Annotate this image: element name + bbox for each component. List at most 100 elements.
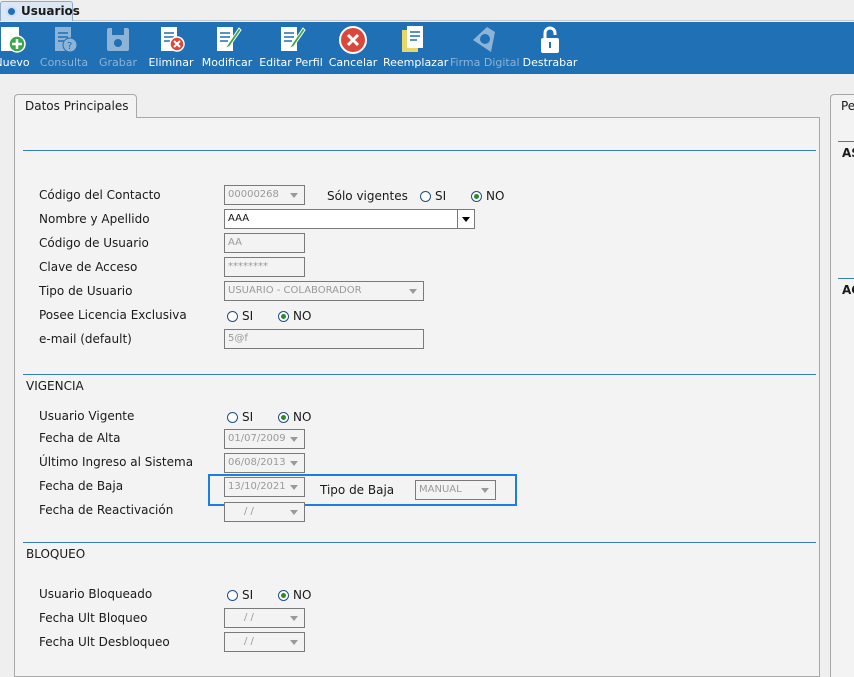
new-button-label: Nuevo <box>0 56 30 69</box>
chevron-down-icon <box>290 640 298 645</box>
edit-profile-button[interactable]: Editar Perfil <box>258 22 324 74</box>
new-icon <box>1 27 26 53</box>
digital-signature-button[interactable]: Firma Digital <box>450 22 520 74</box>
chevron-down-icon <box>290 616 298 621</box>
edit-profile-button-label: Editar Perfil <box>259 56 323 69</box>
codigo-contacto-value: 00000268 <box>228 189 279 200</box>
ultimo-ingreso-value: 06/08/2013 <box>228 457 286 468</box>
chevron-down-icon <box>290 437 298 442</box>
delete-button-label: Eliminar <box>148 56 194 69</box>
fecha-alta-label: Fecha de Alta <box>39 431 121 445</box>
usuario-bloqueado-no-radio[interactable]: NO <box>278 588 318 604</box>
chevron-down-icon <box>290 193 298 198</box>
codigo-contacto-dropdown[interactable]: 00000268 <box>224 185 305 205</box>
query-button-label: Consulta <box>39 56 89 69</box>
radio-label: NO <box>293 410 312 424</box>
tipo-usuario-dropdown[interactable]: USUARIO - COLABORADOR <box>224 281 424 301</box>
svg-text:?: ? <box>67 41 72 52</box>
tipo-usuario-value: USUARIO - COLABORADOR <box>228 285 362 296</box>
section-divider <box>838 278 854 279</box>
unlock-button[interactable]: Destrabar <box>522 22 578 74</box>
save-button-label: Grabar <box>98 56 138 69</box>
radio-selected-icon <box>278 412 289 423</box>
licencia-si-radio[interactable]: SI <box>227 309 267 325</box>
unlock-icon <box>541 26 559 53</box>
fecha-alta-date-picker[interactable]: 01/07/2009 <box>224 429 305 449</box>
window-tab-strip: Usuarios <box>0 0 854 21</box>
clave-acceso-field[interactable]: ******** <box>224 257 305 277</box>
window-tab-label: Usuarios <box>21 4 80 18</box>
fecha-ult-desbloqueo-value: / / <box>244 636 254 647</box>
fecha-ult-bloqueo-label: Fecha Ult Bloqueo <box>39 611 148 625</box>
chevron-down-icon <box>290 510 298 515</box>
fecha-ult-desbloqueo-date-picker[interactable]: / / <box>224 632 305 652</box>
replace-icon <box>402 26 423 52</box>
fecha-reactivacion-value: / / <box>244 506 254 517</box>
fecha-baja-label: Fecha de Baja <box>39 479 124 493</box>
fecha-ult-bloqueo-date-picker[interactable]: / / <box>224 608 305 628</box>
delete-button[interactable]: Eliminar <box>147 22 195 74</box>
unlock-button-label: Destrabar <box>522 56 578 69</box>
digital-signature-button-label: Firma Digital <box>450 56 520 69</box>
solo-vigentes-si-radio[interactable]: SI <box>420 189 460 205</box>
radio-label: SI <box>242 410 254 424</box>
clave-acceso-label: Clave de Acceso <box>39 260 138 274</box>
tab-datos-principales[interactable]: Datos Principales <box>14 94 137 118</box>
save-icon <box>107 28 129 51</box>
tipo-usuario-label: Tipo de Usuario <box>39 284 133 298</box>
cancel-button[interactable]: Cancelar <box>328 22 378 74</box>
edit-icon <box>217 27 242 51</box>
nombre-apellido-dropdown[interactable]: AAA <box>224 209 475 229</box>
usuario-bloqueado-si-radio[interactable]: SI <box>227 588 267 604</box>
codigo-contacto-label: Código del Contacto <box>39 188 161 202</box>
solo-vigentes-no-radio[interactable]: NO <box>471 189 511 205</box>
delete-icon <box>161 27 185 52</box>
usuario-vigente-si-radio[interactable]: SI <box>227 410 267 426</box>
ultimo-ingreso-label: Último Ingreso al Sistema <box>39 455 194 469</box>
right-panel <box>830 117 854 677</box>
radio-circle-icon <box>227 590 238 601</box>
tab-datos-principales-label: Datos Principales <box>25 99 129 113</box>
codigo-usuario-value: AA <box>228 237 242 248</box>
radio-circle-icon <box>227 412 238 423</box>
edit-button-label: Modificar <box>201 56 253 69</box>
replace-button[interactable]: Reemplazar <box>383 22 448 74</box>
fecha-ult-desbloqueo-label: Fecha Ult Desbloqueo <box>39 635 170 649</box>
edit-button[interactable]: Modificar <box>201 22 253 74</box>
right-section-1-title: AS <box>842 146 854 160</box>
ultimo-ingreso-date-picker[interactable]: 06/08/2013 <box>224 453 305 473</box>
query-icon: ? <box>55 27 78 53</box>
section-divider <box>23 542 816 543</box>
section-divider <box>23 374 816 375</box>
codigo-usuario-label: Código de Usuario <box>39 236 149 250</box>
digital-signature-icon <box>473 27 495 52</box>
new-button[interactable]: Nuevo <box>0 22 36 74</box>
tab-right-label: Pe <box>841 99 854 113</box>
window-tab-usuarios[interactable]: Usuarios <box>0 1 80 21</box>
save-button[interactable]: Grabar <box>96 22 140 74</box>
bloqueo-section-title: BLOQUEO <box>26 547 86 561</box>
fecha-reactivacion-date-picker[interactable]: / / <box>224 502 305 522</box>
cancel-button-label: Cancelar <box>328 56 378 69</box>
radio-label: NO <box>293 588 312 602</box>
app-icon <box>6 6 17 17</box>
cancel-icon <box>339 26 367 54</box>
usuario-vigente-no-radio[interactable]: NO <box>278 410 318 426</box>
chevron-down-icon <box>462 217 470 222</box>
codigo-usuario-field[interactable]: AA <box>224 233 305 253</box>
tab-right-partial[interactable]: Pe <box>830 94 854 118</box>
clave-acceso-value: ******** <box>228 261 268 272</box>
section-divider <box>23 150 816 151</box>
right-section-2-title: AC <box>842 283 854 297</box>
nombre-apellido-label: Nombre y Apellido <box>39 212 150 226</box>
licencia-no-radio[interactable]: NO <box>278 309 318 325</box>
dropdown-button[interactable] <box>457 210 474 228</box>
licencia-exclusiva-label: Posee Licencia Exclusiva <box>39 308 187 322</box>
radio-selected-icon <box>278 590 289 601</box>
nombre-apellido-value: AAA <box>228 213 250 224</box>
email-field[interactable]: 5@f <box>224 329 424 349</box>
radio-label: SI <box>435 189 447 203</box>
query-button[interactable]: ? Consulta <box>38 22 90 74</box>
chevron-down-icon <box>409 289 417 294</box>
fecha-ult-bloqueo-value: / / <box>244 612 254 623</box>
